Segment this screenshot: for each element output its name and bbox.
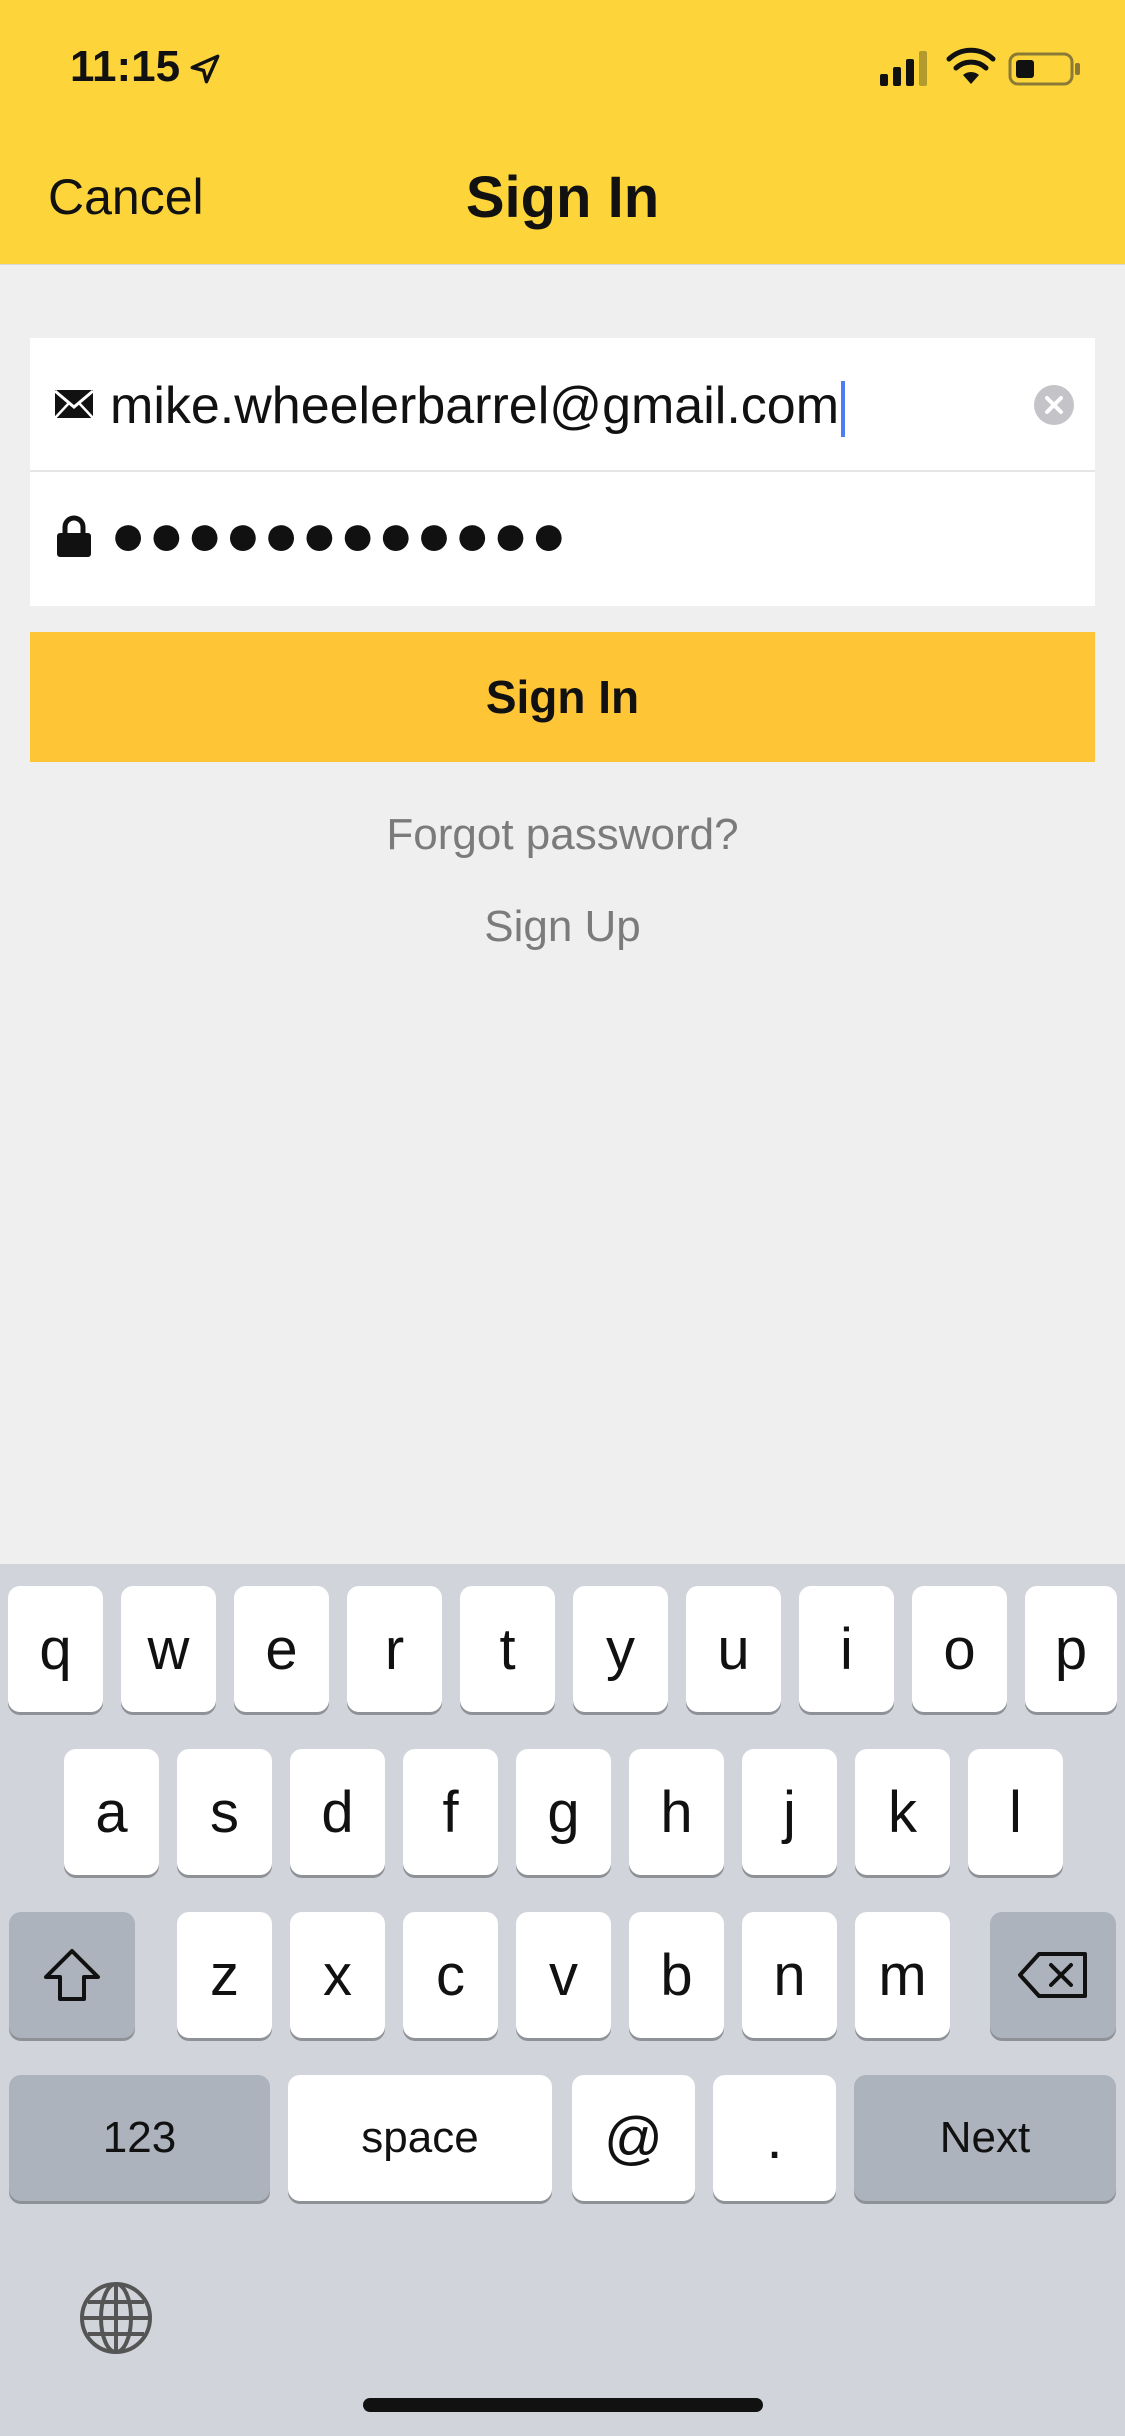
key-k[interactable]: k <box>855 1749 950 1875</box>
at-key[interactable]: @ <box>572 2075 695 2201</box>
key-q[interactable]: q <box>8 1586 103 1712</box>
key-b[interactable]: b <box>629 1912 724 2038</box>
key-z[interactable]: z <box>177 1912 272 2038</box>
key-p[interactable]: p <box>1025 1586 1117 1712</box>
home-indicator <box>363 2398 763 2412</box>
key-y[interactable]: y <box>573 1586 668 1712</box>
text-caret <box>841 381 846 438</box>
key-c[interactable]: c <box>403 1912 498 2038</box>
header: 11:15 Cancel Sign In <box>0 0 1125 265</box>
key-h[interactable]: h <box>629 1749 724 1875</box>
clear-icon[interactable] <box>1033 384 1075 426</box>
backspace-key[interactable] <box>990 1912 1116 2038</box>
numbers-key[interactable]: 123 <box>9 2075 270 2201</box>
email-field[interactable]: mike.wheelerbarrel@gmail.com <box>30 338 1095 472</box>
next-key[interactable]: Next <box>854 2075 1116 2201</box>
space-key[interactable]: space <box>288 2075 552 2201</box>
password-field[interactable]: ●●●●●●●●●●●● <box>30 472 1095 606</box>
key-w[interactable]: w <box>121 1586 216 1712</box>
key-i[interactable]: i <box>799 1586 894 1712</box>
signal-icon <box>880 51 927 86</box>
key-u[interactable]: u <box>686 1586 781 1712</box>
signin-button[interactable]: Sign In <box>30 632 1095 762</box>
key-v[interactable]: v <box>516 1912 611 2038</box>
key-j[interactable]: j <box>742 1749 837 1875</box>
cancel-button[interactable]: Cancel <box>48 168 204 226</box>
key-f[interactable]: f <box>403 1749 498 1875</box>
location-arrow-icon <box>190 54 220 84</box>
key-t[interactable]: t <box>460 1586 555 1712</box>
status-time: 11:15 <box>70 42 181 91</box>
key-r[interactable]: r <box>347 1586 442 1712</box>
mail-icon <box>54 389 94 419</box>
shift-icon <box>44 1949 100 2001</box>
backspace-icon <box>1018 1952 1087 1998</box>
dot-key[interactable]: . <box>713 2075 836 2201</box>
signin-form: mike.wheelerbarrel@gmail.com ●●●●●●●●●●●… <box>30 338 1095 606</box>
lock-icon <box>57 515 91 557</box>
key-e[interactable]: e <box>234 1586 329 1712</box>
key-m[interactable]: m <box>855 1912 950 2038</box>
key-o[interactable]: o <box>912 1586 1007 1712</box>
key-g[interactable]: g <box>516 1749 611 1875</box>
key-s[interactable]: s <box>177 1749 272 1875</box>
signup-link[interactable]: Sign Up <box>0 902 1125 952</box>
shift-key[interactable] <box>9 1912 135 2038</box>
key-x[interactable]: x <box>290 1912 385 2038</box>
email-input-text[interactable]: mike.wheelerbarrel@gmail.com <box>110 376 846 438</box>
key-l[interactable]: l <box>968 1749 1063 1875</box>
key-d[interactable]: d <box>290 1749 385 1875</box>
key-a[interactable]: a <box>64 1749 159 1875</box>
forgot-password-link[interactable]: Forgot password? <box>0 810 1125 860</box>
wifi-icon <box>946 47 996 84</box>
password-value[interactable]: ●●●●●●●●●●●● <box>110 500 569 569</box>
key-n[interactable]: n <box>742 1912 837 2038</box>
globe-icon[interactable] <box>78 2280 154 2356</box>
email-value: mike.wheelerbarrel@gmail.com <box>110 377 840 435</box>
battery-icon <box>1008 52 1080 86</box>
